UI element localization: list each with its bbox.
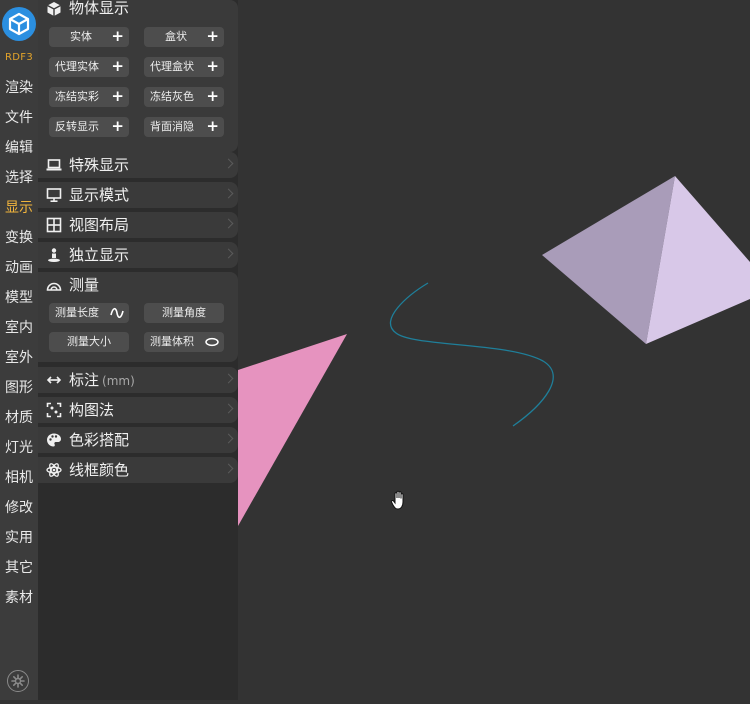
main-sidebar: RDF3 渲染文件编辑选择显示变换动画模型室内室外图形材质灯光相机修改实用其它素… [0, 0, 38, 700]
sidebar-item[interactable]: 其它 [0, 556, 38, 580]
app-logo-icon[interactable] [2, 7, 36, 41]
chevron-right-icon [223, 248, 234, 259]
chevron-right-icon [223, 373, 234, 384]
object-display-group: 物体显示 实体 + 盒状 + 代理实体 + 代理盒状 + 冻结实彩 + 冻结灰色 + 反转显… [38, 0, 238, 152]
freeze-color-button[interactable]: 冻结实彩 + [49, 87, 129, 107]
section-color-scheme[interactable]: 色彩搭配 [38, 427, 238, 453]
annotation-title: 标注 [69, 371, 100, 389]
sidebar-item[interactable]: 选择 [0, 166, 38, 190]
sidebar-item[interactable]: 室内 [0, 316, 38, 340]
sidebar-item[interactable]: 显示 [0, 196, 38, 220]
section-annotation[interactable]: 标注 (mm) [38, 367, 238, 393]
backface-cull-button[interactable]: 背面消隐 + [144, 117, 224, 137]
person-icon [46, 247, 62, 263]
object-display-title: 物体显示 [69, 0, 130, 17]
chevron-right-icon [223, 218, 234, 229]
sidebar-item[interactable]: 灯光 [0, 436, 38, 460]
plus-icon: + [111, 117, 124, 135]
double-arrow-icon [46, 372, 62, 388]
sidebar-item[interactable]: 文件 [0, 106, 38, 130]
chevron-right-icon [223, 463, 234, 474]
chevron-right-icon [223, 403, 234, 414]
measure-volume-button[interactable]: 测量体积 [144, 332, 224, 352]
sidebar-item[interactable]: 素材 [0, 586, 38, 610]
laptop-icon [46, 157, 62, 173]
section-view-layout[interactable]: 视图布局 [38, 212, 238, 238]
cube-icon [46, 1, 62, 17]
proxy-box-button[interactable]: 代理盒状 + [144, 57, 224, 77]
atom-icon [46, 462, 62, 478]
grid-layout-icon [46, 217, 62, 233]
wave-icon [110, 307, 124, 319]
measure-title: 测量 [69, 276, 100, 294]
monitor-icon [46, 187, 62, 203]
sidebar-item[interactable]: 渲染 [0, 76, 38, 100]
sidebar-item[interactable]: 变换 [0, 226, 38, 250]
focus-frame-icon [46, 402, 62, 418]
sidebar-item[interactable]: 相机 [0, 466, 38, 490]
section-isolate-display[interactable]: 独立显示 [38, 242, 238, 268]
plus-icon: + [206, 27, 219, 45]
proxy-solid-button[interactable]: 代理实体 + [49, 57, 129, 77]
sidebar-item[interactable]: 室外 [0, 346, 38, 370]
settings-gear-icon[interactable] [7, 670, 29, 692]
section-display-mode[interactable]: 显示模式 [38, 182, 238, 208]
sidebar-item[interactable]: 实用 [0, 526, 38, 550]
section-composition[interactable]: 构图法 [38, 397, 238, 423]
annotation-unit: (mm) [102, 374, 135, 388]
measure-length-button[interactable]: 测量长度 [49, 303, 129, 323]
solid-button[interactable]: 实体 + [49, 27, 129, 47]
plus-icon: + [206, 57, 219, 75]
3d-viewport[interactable] [238, 0, 750, 700]
sidebar-item[interactable]: 材质 [0, 406, 38, 430]
invert-display-button[interactable]: 反转显示 + [49, 117, 129, 137]
plus-icon: + [111, 87, 124, 105]
measure-group: 测量 测量长度 测量角度 测量大小 测量体积 [38, 272, 238, 362]
measure-size-button[interactable]: 测量大小 [49, 332, 129, 352]
chevron-right-icon [223, 433, 234, 444]
brand-label: RDF3 [5, 52, 33, 63]
chevron-right-icon [223, 158, 234, 169]
box-button[interactable]: 盒状 + [144, 27, 224, 47]
chevron-right-icon [223, 188, 234, 199]
sidebar-item[interactable]: 修改 [0, 496, 38, 520]
sidebar-item[interactable]: 模型 [0, 286, 38, 310]
plus-icon: + [206, 117, 219, 135]
sidebar-item[interactable]: 动画 [0, 256, 38, 280]
section-special-display[interactable]: 特殊显示 [38, 152, 238, 178]
eye-icon [205, 337, 219, 347]
palette-icon [46, 432, 62, 448]
freeze-gray-button[interactable]: 冻结灰色 + [144, 87, 224, 107]
tool-panel: 物体显示 实体 + 盒状 + 代理实体 + 代理盒状 + 冻结实彩 + 冻结灰色 + 反转显… [38, 0, 238, 700]
protractor-icon [46, 277, 62, 293]
section-wireframe-color[interactable]: 线框颜色 [38, 457, 238, 483]
sidebar-item[interactable]: 图形 [0, 376, 38, 400]
plus-icon: + [111, 57, 124, 75]
measure-angle-button[interactable]: 测量角度 [144, 303, 224, 323]
sidebar-item[interactable]: 编辑 [0, 136, 38, 160]
plus-icon: + [111, 27, 124, 45]
plus-icon: + [206, 87, 219, 105]
